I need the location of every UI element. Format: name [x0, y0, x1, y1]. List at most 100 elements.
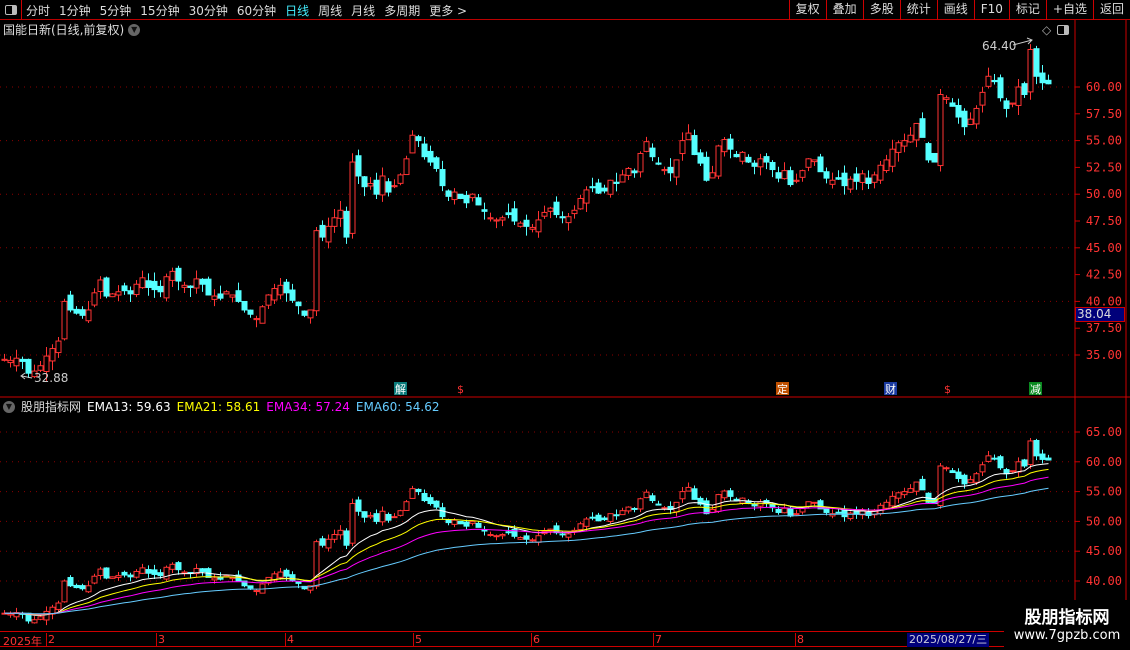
y-tick-label: 42.50: [1086, 268, 1122, 282]
candle-body: [577, 197, 584, 210]
kline-chart[interactable]: 60.00 57.50 55.00 52.50 50.00 47.50 45.00 42.50…: [0, 0, 1130, 650]
candle: [235, 282, 242, 303]
candle-body: [73, 584, 80, 589]
month-label: 6: [531, 633, 540, 646]
candle: [757, 153, 764, 176]
candle-body: [919, 118, 926, 138]
candle: [259, 583, 266, 594]
candle: [661, 506, 668, 511]
candle: [103, 567, 110, 580]
candle: [433, 500, 440, 509]
candle: [559, 211, 566, 224]
candle: [883, 499, 890, 510]
candle-body: [1021, 459, 1028, 467]
candle-body: [319, 538, 326, 546]
candle-body: [739, 151, 746, 162]
candle: [259, 305, 266, 324]
chevron-down-icon[interactable]: ▼: [3, 400, 15, 413]
candle: [655, 500, 662, 506]
candle-body: [439, 507, 446, 518]
candle-body: [355, 155, 362, 177]
candle: [655, 157, 662, 166]
candle: [193, 563, 200, 577]
candle: [709, 505, 716, 513]
candle-body: [685, 486, 692, 492]
candle-body: [439, 169, 446, 187]
candle-body: [37, 365, 44, 371]
candle: [13, 607, 20, 620]
candle-body: [343, 210, 350, 238]
candle: [505, 203, 512, 219]
candle-body: [415, 488, 422, 493]
candle: [481, 202, 488, 220]
candle: [613, 509, 620, 520]
candle-body: [55, 602, 62, 610]
candle: [61, 298, 68, 341]
candle: [979, 461, 986, 477]
candle: [85, 301, 92, 324]
candle: [319, 535, 326, 548]
candle: [199, 568, 206, 576]
candle: [979, 86, 986, 113]
candle-body: [901, 491, 908, 496]
candle-body: [961, 110, 968, 128]
candle: [427, 145, 434, 166]
candle: [247, 309, 254, 318]
candle-body: [229, 576, 236, 580]
candle: [637, 497, 644, 513]
indicator-name: 股朋指标网: [21, 400, 82, 414]
candle: [79, 583, 86, 591]
candle-body: [679, 491, 686, 500]
candle: [451, 188, 458, 205]
candle-body: [493, 219, 500, 222]
event-marker: 财: [884, 382, 897, 396]
candle-body: [385, 181, 392, 193]
candle-body: [235, 290, 242, 302]
candle-body: [139, 277, 146, 289]
month-label: 2: [46, 633, 55, 646]
candle: [1, 610, 8, 615]
candle: [895, 140, 902, 162]
y-tick-label: 45.00: [1086, 241, 1122, 255]
candle-body: [331, 534, 338, 540]
candle: [523, 214, 530, 236]
candle: [583, 186, 590, 212]
candle: [739, 150, 746, 165]
candle-body: [103, 277, 110, 297]
candle: [1009, 102, 1016, 108]
candle: [733, 151, 740, 158]
candle-body: [337, 529, 344, 536]
candle-body: [1027, 440, 1034, 466]
candle: [439, 160, 446, 192]
month-label: 7: [653, 633, 662, 646]
candle-body: [721, 139, 728, 153]
candle-body: [763, 156, 770, 163]
candle: [241, 300, 248, 313]
candle-body: [583, 189, 590, 204]
candle-body: [7, 359, 14, 364]
candle: [391, 513, 398, 519]
event-marker: $: [944, 383, 951, 396]
watermark-name: 股朋指标网: [1024, 608, 1110, 628]
candle-body: [409, 134, 416, 154]
candle: [667, 158, 674, 182]
candle-body: [913, 122, 920, 141]
candle-body: [649, 147, 656, 158]
candle: [25, 358, 32, 379]
candle-body: [169, 563, 176, 570]
candle: [703, 151, 710, 182]
candle: [1003, 97, 1010, 118]
candle-body: [61, 300, 68, 340]
candle-body: [331, 217, 338, 227]
candle: [49, 604, 56, 620]
candle-body: [1015, 86, 1022, 106]
candle: [853, 167, 860, 190]
candle: [985, 67, 992, 89]
y-tick-label: 35.00: [1086, 348, 1122, 362]
candle: [169, 562, 176, 574]
candle: [715, 144, 722, 180]
candle: [331, 209, 338, 233]
candle-body: [1039, 72, 1046, 84]
candle: [829, 172, 836, 189]
candle-body: [355, 499, 362, 512]
